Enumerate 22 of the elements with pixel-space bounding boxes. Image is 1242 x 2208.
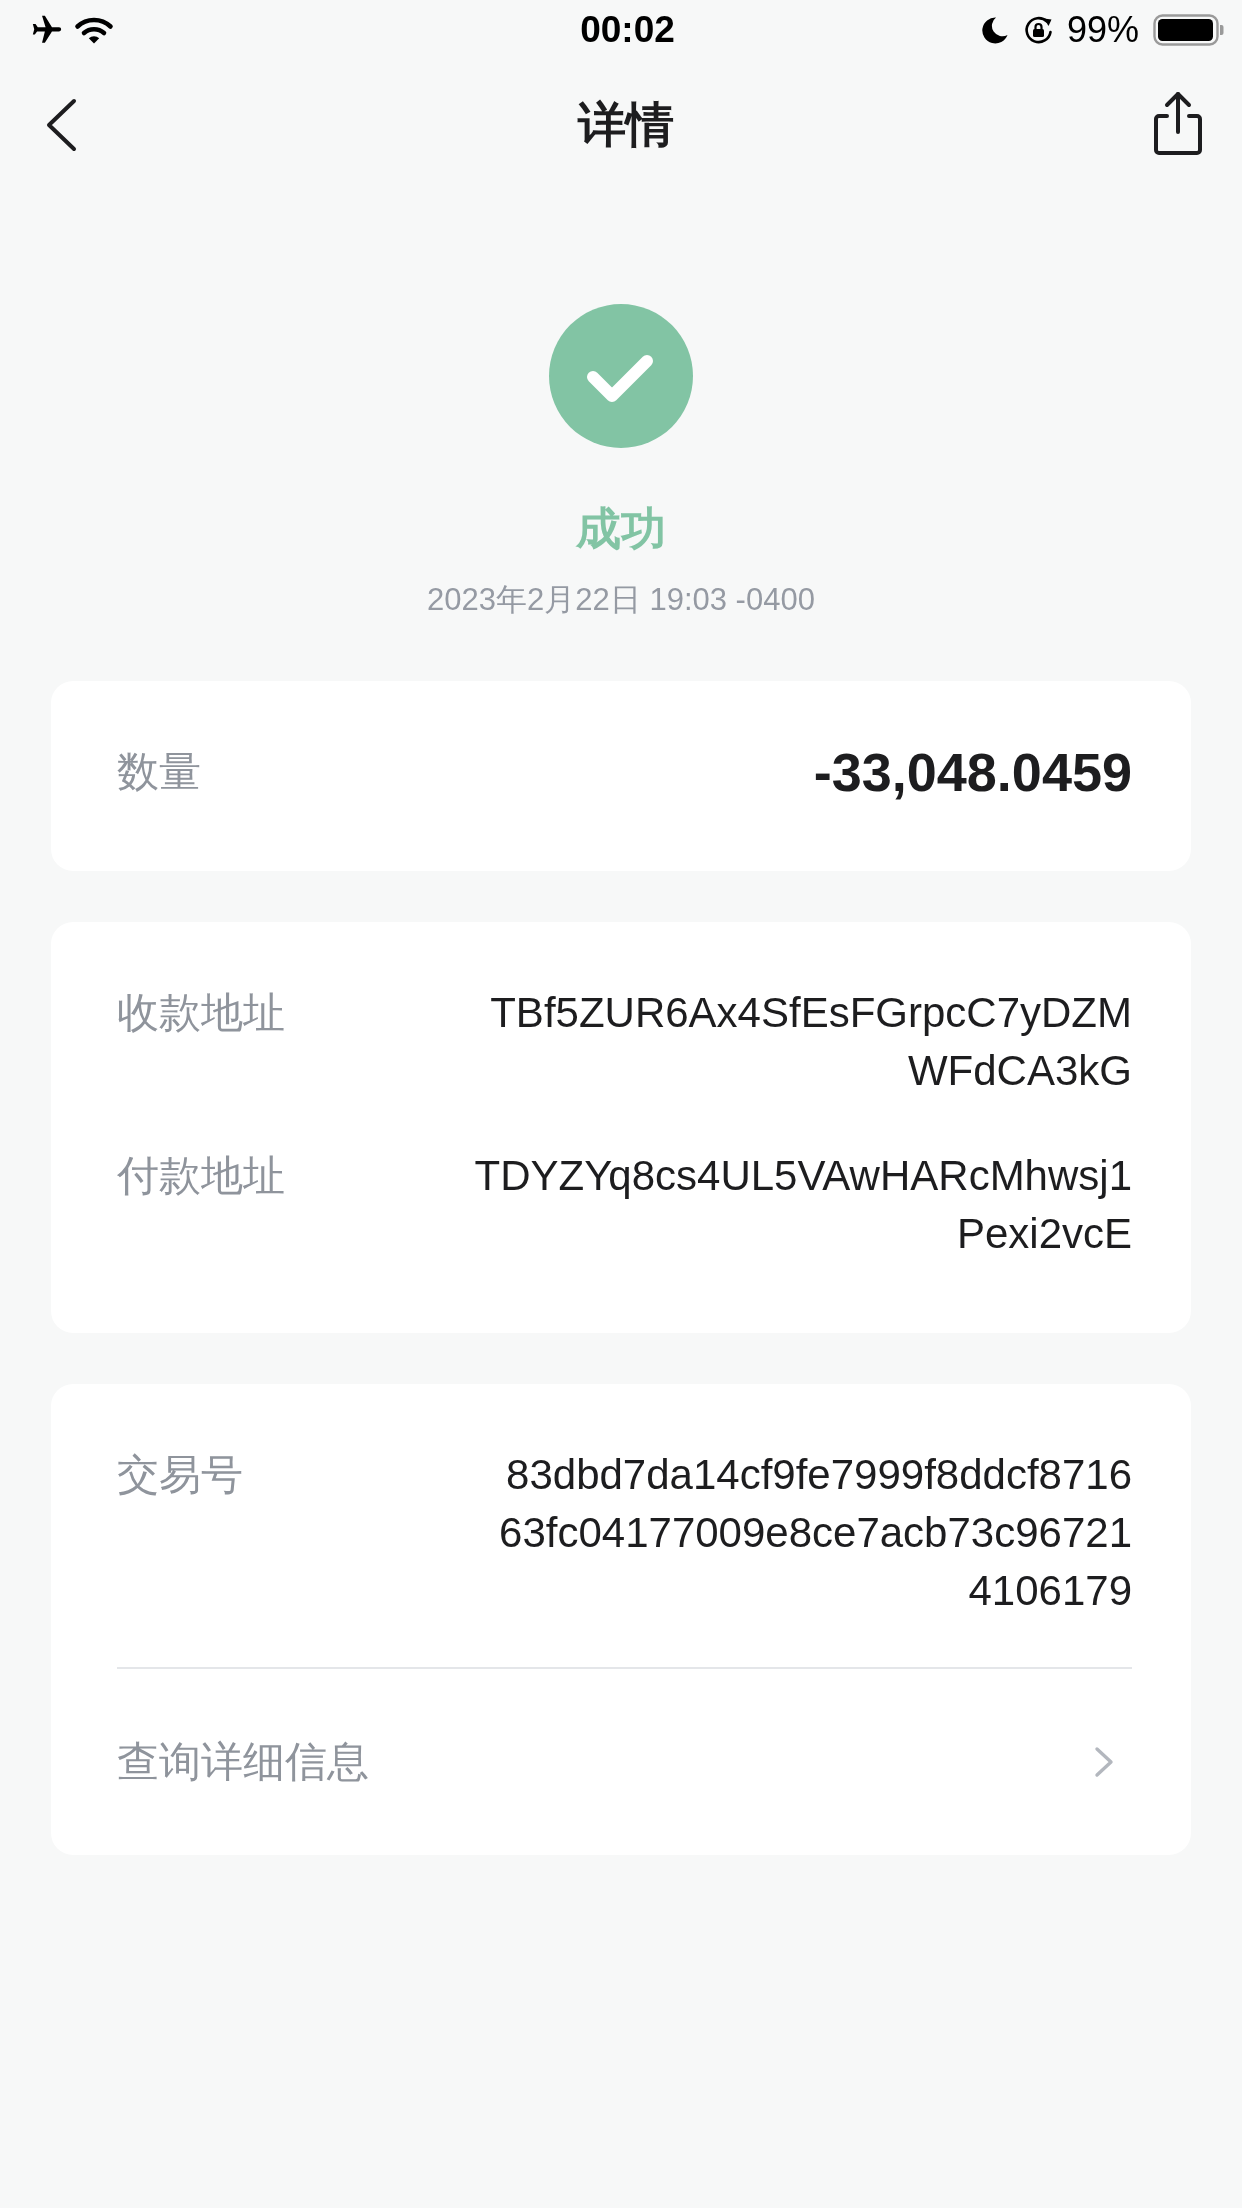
battery-percentage: 99% [1066,8,1139,52]
chevron-right-icon [1094,1746,1114,1778]
field-label: 付款地址 [117,1151,285,1201]
wifi-icon [74,15,114,45]
field-value: TBf5ZUR6Ax4SfEsFGrpcC7yDZM WFdCA3kG [489,988,1132,1096]
status-text: 成功 [576,502,666,556]
field-value: TDYZYq8cs4UL5VAwHARcMhwsj1 Pexi2vcE [473,1151,1132,1259]
field-label: 数量 [117,747,201,797]
back-icon [45,98,77,152]
rotation-lock-icon [1022,15,1055,45]
field-value: 83dbd7da14cf9fe7999f8ddcf8716 63fc04177009e8ce7acb73c96721 4106179 [498,1450,1132,1616]
date-text: 2023年2月22日 19:03 -0400 [427,581,815,619]
details-link[interactable]: 查询详细信息 [117,1669,1132,1855]
field-label: 交易号 [117,1450,243,1500]
back-button[interactable] [45,98,77,152]
battery-icon [1153,14,1225,46]
amount-value: -33,048.0459 [812,743,1132,801]
status-time: 00:02 [580,8,675,52]
field-label: 收款地址 [117,988,285,1038]
page-title: 详情 [577,97,674,153]
success-check-icon [549,304,693,448]
moon-icon [980,16,1009,44]
